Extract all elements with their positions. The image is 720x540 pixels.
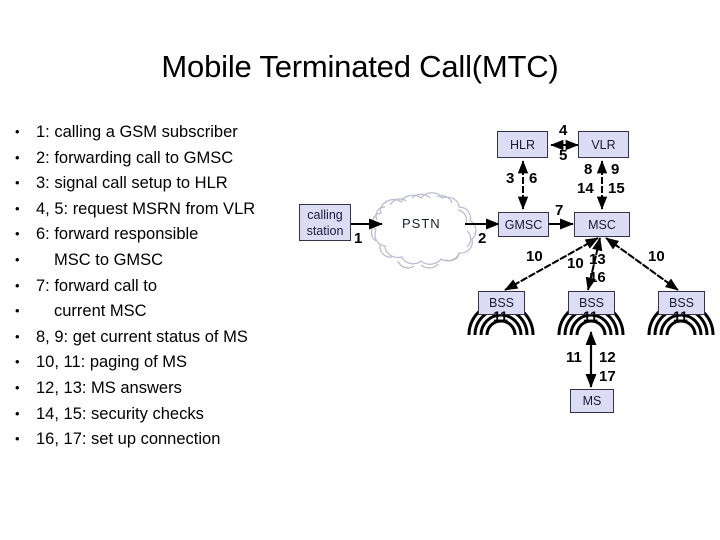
msc-label: MSC	[588, 217, 616, 232]
gmsc-label: GMSC	[504, 217, 543, 232]
ms-label: MS	[582, 394, 602, 408]
edge-label-7: 7	[555, 202, 564, 219]
calling-station-label-line1: calling	[307, 207, 343, 222]
edge-label-9: 9	[611, 161, 620, 178]
edge-label-14: 14	[577, 180, 594, 197]
edge-label-17: 17	[599, 368, 616, 385]
edge-label-12: 12	[599, 349, 616, 366]
hlr-label: HLR	[509, 137, 535, 152]
edge-label-10-right: 10	[648, 248, 665, 265]
node-gmsc[interactable]: GMSC	[498, 212, 549, 237]
vlr-label: VLR	[591, 137, 616, 152]
edge-label-6: 6	[529, 170, 538, 187]
edge-label-4: 4	[559, 122, 568, 139]
edge-label-16: 16	[589, 269, 606, 286]
arrow-bss-right-to-msc	[605, 237, 679, 291]
node-ms[interactable]: MS	[570, 389, 614, 413]
edge-label-15: 15	[608, 180, 625, 197]
edge-label-2: 2	[478, 230, 487, 247]
arc-label-11-left: 11	[493, 308, 508, 324]
arc-label-11-right: 11	[673, 308, 688, 324]
edge-label-8: 8	[584, 161, 593, 178]
node-pstn-label: PSTN	[402, 216, 441, 231]
edge-label-1: 1	[354, 230, 363, 247]
node-msc[interactable]: MSC	[574, 212, 630, 237]
mtc-network-diagram: calling station PSTN HLR VLR GMSC MSC BS…	[0, 0, 720, 540]
node-hlr[interactable]: HLR	[497, 131, 548, 158]
diagram-vector-layer	[351, 139, 715, 388]
edge-label-11-ms: 11	[566, 349, 582, 366]
node-calling-station[interactable]: calling station	[299, 204, 351, 241]
edge-label-10-center: 10	[567, 255, 584, 272]
edge-label-5: 5	[559, 147, 568, 164]
arc-label-11-center: 11	[583, 308, 598, 324]
calling-station-label-line2: station	[306, 223, 344, 238]
edge-label-3: 3	[506, 170, 515, 187]
edge-label-13: 13	[589, 251, 606, 268]
edge-label-10-left: 10	[526, 248, 543, 265]
node-vlr[interactable]: VLR	[578, 131, 629, 158]
